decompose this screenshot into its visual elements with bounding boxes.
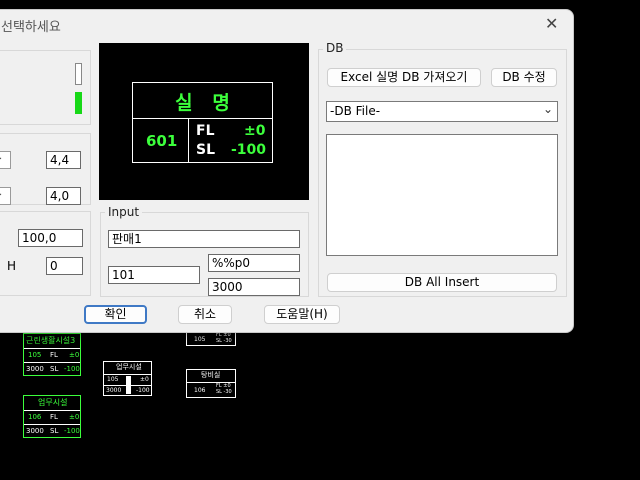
preview-sl-label: SL <box>196 142 216 158</box>
cad-block-3-sl-number: 3000 <box>106 387 122 394</box>
cad-block-3-fl-value: ±0 <box>140 376 149 383</box>
cad-block-1: 근린생활시설3 105 FL ±0 3000 SL -100 <box>23 333 81 376</box>
excel-import-button[interactable]: Excel 실명 DB 가져오기 <box>327 68 481 87</box>
preview-sl-value: -100 <box>231 142 267 158</box>
width-field[interactable]: 100,0 <box>18 229 83 247</box>
db-group-label: DB <box>323 41 347 55</box>
cad-block-3-marker <box>126 376 131 394</box>
db-file-select[interactable]: -DB File- ⌄ <box>326 101 558 122</box>
combo-2-value-field[interactable]: 4,0 <box>46 187 81 205</box>
cad-block-4-sl: SL -30 <box>216 389 232 395</box>
preview-canvas: 실 명 601 FL ±0 SL -100 <box>99 43 309 200</box>
combo-1-dropdown[interactable]: ⌄ <box>0 151 11 169</box>
height-label: H <box>7 259 17 273</box>
dialog-title: 선택하세요 <box>1 20 61 35</box>
select-dialog: 선택하세요 ✕ ⌄ 4,4 ⌄ 4,0 100,0 H 0 실 명 601 FL… <box>0 9 574 333</box>
cad-block-2-number: 106 <box>28 413 42 421</box>
cad-block-1-sl-number: 3000 <box>26 365 44 373</box>
cad-block-2-sl-label: SL <box>50 427 59 435</box>
cad-block-3-number: 105 <box>107 376 119 383</box>
cad-block-2: 업무시설 106 FL ±0 3000 SL -100 <box>23 395 81 438</box>
chevron-down-icon: ⌄ <box>0 188 3 199</box>
cad-block-1-number: 105 <box>28 351 42 359</box>
preview-symbol-divider-h <box>132 118 273 119</box>
preview-title: 실 명 <box>175 92 230 114</box>
room-number-field[interactable]: 101 <box>108 266 200 284</box>
room-name-field[interactable]: 판매1 <box>108 230 300 248</box>
cad-block-2-fl-label: FL <box>50 413 58 421</box>
status-indicator-green <box>75 92 82 114</box>
db-file-select-value: -DB File- <box>330 104 381 118</box>
chevron-down-icon: ⌄ <box>542 102 553 116</box>
cad-block-4: 탕비실 106 FL ±0 SL -30 <box>186 369 236 398</box>
sl-value-field[interactable]: 3000 <box>208 278 300 296</box>
chevron-down-icon: ⌄ <box>0 152 3 163</box>
cad-block-3-sl-value: -100 <box>136 387 150 394</box>
cad-block-3: 업무시설 105 ±0 3000 -100 <box>103 361 152 396</box>
db-edit-button[interactable]: DB 수정 <box>491 68 557 87</box>
cad-block-2-fl-value: ±0 <box>69 413 80 421</box>
cad-block-4-number: 106 <box>194 387 206 394</box>
cad-block-1-sl-value: -100 <box>64 365 80 373</box>
preview-fl-label: FL <box>196 123 215 139</box>
cancel-button[interactable]: 취소 <box>178 305 232 324</box>
cad-block-1-title: 근린생활시설3 <box>26 336 76 345</box>
cad-block-4-title: 탕비실 <box>201 371 221 379</box>
help-button[interactable]: 도움말(H) <box>264 305 340 324</box>
left-size-group <box>0 211 91 296</box>
combo-1-value-field[interactable]: 4,4 <box>46 151 81 169</box>
cad-block-5-sl: SL -30 <box>216 338 232 344</box>
height-field[interactable]: 0 <box>46 257 83 275</box>
status-indicator-empty <box>75 63 82 85</box>
fl-value-field[interactable]: %%p0 <box>208 254 300 272</box>
cad-block-3-title: 업무시설 <box>116 363 142 371</box>
cad-block-2-sl-value: -100 <box>64 427 80 435</box>
combo-2-dropdown[interactable]: ⌄ <box>0 187 11 205</box>
db-list-box[interactable] <box>326 134 558 256</box>
cad-block-1-sl-label: SL <box>50 365 59 373</box>
preview-number: 601 <box>146 132 178 150</box>
cad-block-1-fl-value: ±0 <box>69 351 80 359</box>
cad-block-5-number: 105 <box>194 336 206 343</box>
ok-button[interactable]: 확인 <box>84 305 147 324</box>
cad-block-2-sl-number: 3000 <box>26 427 44 435</box>
preview-symbol-divider-v <box>188 118 189 163</box>
cad-block-2-title: 업무시설 <box>38 398 68 407</box>
input-group-label: Input <box>105 205 143 219</box>
cad-block-1-fl-label: FL <box>50 351 58 359</box>
db-all-insert-button[interactable]: DB All Insert <box>327 273 557 292</box>
preview-fl-value: ±0 <box>244 123 266 139</box>
close-icon[interactable]: ✕ <box>545 14 558 33</box>
